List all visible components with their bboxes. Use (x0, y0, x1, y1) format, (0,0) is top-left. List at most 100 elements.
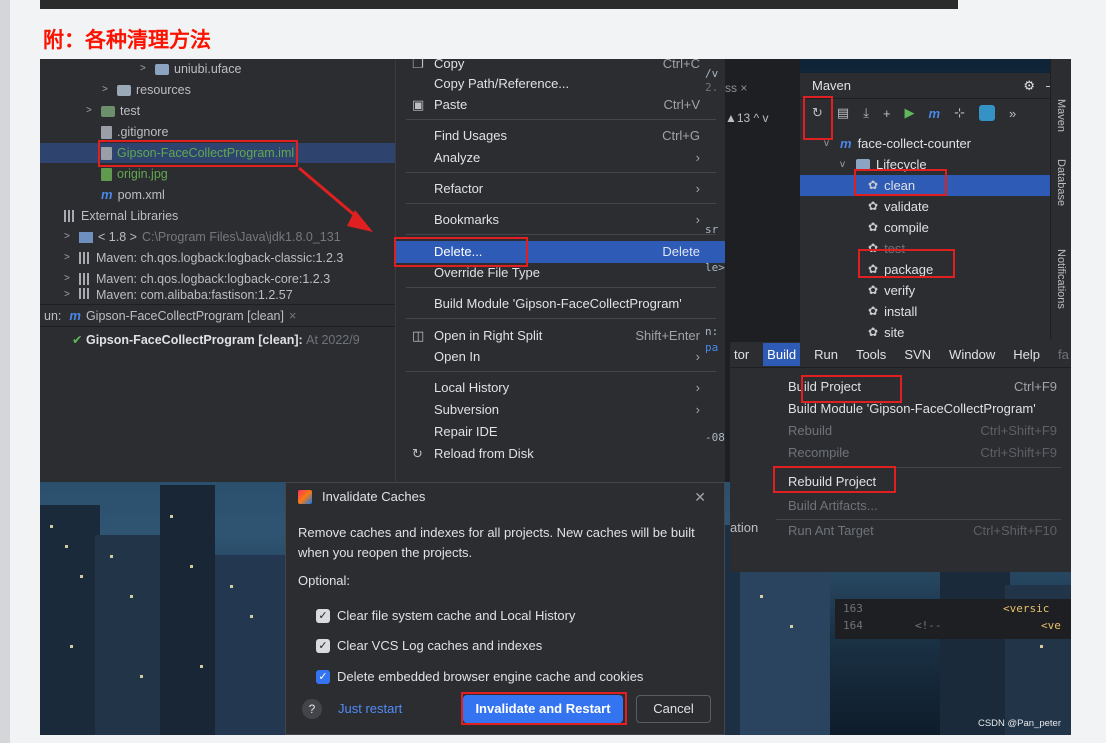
menu-tor[interactable]: tor (730, 343, 753, 366)
cancel-button[interactable]: Cancel (636, 695, 711, 723)
help-icon[interactable]: ? (302, 699, 322, 719)
menu-item-local-history[interactable]: Local History › (396, 377, 726, 399)
maven-goal-verify[interactable]: ✿ verify (868, 280, 915, 301)
maven-project-node[interactable]: v m face-collect-counter (824, 133, 971, 154)
close-icon[interactable]: × (289, 305, 296, 327)
invalidate-and-restart-button[interactable]: Invalidate and Restart (463, 695, 623, 723)
side-tab-maven[interactable]: Maven (1055, 99, 1067, 132)
menu-item-rebuild[interactable]: Rebuild Ctrl+Shift+F9 (768, 420, 1063, 442)
menu-item-delete[interactable]: Delete... Delete (396, 241, 726, 263)
menu-item-rebuild-project[interactable]: Rebuild Project (768, 471, 1063, 493)
menu-window[interactable]: Window (945, 343, 999, 366)
run-tab[interactable]: m Gipson-FaceCollectProgram [clean] × (69, 305, 296, 327)
maven-goal-package[interactable]: ✿ package (868, 259, 933, 280)
tree-item-iml-file[interactable]: Gipson-FaceCollectProgram.iml (40, 143, 395, 163)
settings-gear-icon[interactable]: ⚙ (1023, 73, 1035, 99)
run-result-text: Gipson-FaceCollectProgram [clean]: (85, 333, 303, 347)
run-icon[interactable]: ▶ (905, 105, 915, 121)
maven-goal-validate[interactable]: ✿ validate (868, 196, 929, 217)
tree-item-maven-library[interactable]: > Maven: ch.qos.logback:logback-classic:… (64, 248, 343, 268)
menu-bar: tor Build Run Tools SVN Window Help fa (730, 342, 1071, 368)
menu-help[interactable]: Help (1009, 343, 1044, 366)
tree-item-maven-library[interactable]: > Maven: ch.qos.logback:logback-core:1.2… (64, 269, 330, 289)
toggle-offline-icon[interactable]: ⊹ (954, 105, 965, 121)
menu-separator (406, 318, 716, 319)
run-result-line[interactable]: ✔ Gipson-FaceCollectProgram [clean]: At … (40, 327, 395, 347)
close-icon[interactable]: ✕ (694, 483, 706, 511)
checkbox-checked-icon[interactable]: ✓ (316, 638, 330, 653)
tree-item-label: .gitignore (117, 125, 169, 139)
tree-item-uniubi-uface[interactable]: > uniubi.uface (140, 59, 241, 79)
tree-item-maven-library[interactable]: > Maven: com.alibaba:fastjson:1.2.57 (64, 288, 293, 299)
tree-item-origin-jpg[interactable]: origin.jpg (86, 164, 168, 184)
side-tab-notifications[interactable]: Notifications (1055, 249, 1067, 309)
tree-item-label: Maven: com.alibaba:fastjson:1.2.57 (96, 288, 293, 299)
more-icon[interactable]: » (1009, 106, 1016, 121)
menu-item-recompile[interactable]: Recompile Ctrl+Shift+F9 (768, 442, 1063, 464)
side-tab-database[interactable]: Database (1055, 159, 1067, 206)
option-clear-filesystem-cache[interactable]: ✓ Clear file system cache and Local Histo… (316, 608, 575, 623)
maven-goal-test[interactable]: ✿ test (868, 238, 905, 259)
paste-icon: ▣ (412, 97, 425, 112)
chevron-right-icon: > (86, 105, 92, 116)
menu-item-copy-path[interactable]: Copy Path/Reference... (396, 73, 726, 95)
maven-goal-site[interactable]: ✿ site (868, 322, 904, 343)
checkmark-icon: ✔ (72, 333, 83, 347)
menu-item-reload-from-disk[interactable]: ↻ Reload from Disk (396, 443, 726, 465)
tree-item-external-libraries[interactable]: External Libraries (64, 206, 178, 226)
maven-goal-compile[interactable]: ✿ compile (868, 217, 929, 238)
menu-run[interactable]: Run (810, 343, 842, 366)
run-result-time: At 2022/9 (306, 333, 360, 347)
menu-item-run-ant-target[interactable]: Run Ant Target Ctrl+Shift+F10 (768, 520, 1063, 542)
module-file-icon (101, 146, 112, 160)
tree-item-test[interactable]: > test (86, 101, 140, 121)
generate-sources-icon[interactable]: ▤ (837, 105, 849, 121)
menu-item-refactor[interactable]: Refactor › (396, 178, 726, 200)
menu-tools[interactable]: Tools (852, 343, 890, 366)
tree-item-pom-xml[interactable]: m pom.xml (86, 185, 165, 205)
menu-item-subversion[interactable]: Subversion › (396, 399, 726, 421)
checkbox-checked-icon[interactable]: ✓ (316, 669, 330, 684)
menu-build[interactable]: Build (763, 343, 801, 366)
just-restart-link[interactable]: Just restart (338, 701, 402, 716)
menu-item-paste[interactable]: ▣ Paste Ctrl+V (396, 94, 726, 116)
maven-goal-clean[interactable]: ✿ clean (800, 175, 1071, 196)
editor-tab[interactable]: ss × (725, 81, 747, 95)
download-icon[interactable]: ⤓ (863, 105, 869, 121)
tree-item-resources[interactable]: > resources (102, 80, 191, 100)
add-icon[interactable]: + (883, 106, 891, 121)
menu-item-bookmarks[interactable]: Bookmarks › (396, 209, 726, 231)
menu-item-find-usages[interactable]: Find Usages Ctrl+G (396, 125, 726, 147)
gear-icon: ✿ (868, 241, 879, 255)
menu-item-build-artifacts[interactable]: Build Artifacts... (768, 495, 1063, 517)
maven-lifecycle-node[interactable]: v Lifecycle (840, 154, 927, 175)
option-clear-vcs-log[interactable]: ✓ Clear VCS Log caches and indexes (316, 638, 542, 653)
right-tool-strip: Maven Database Notifications (1050, 59, 1071, 339)
menu-item-build-module[interactable]: Build Module 'Gipson-FaceCollectProgram' (396, 293, 726, 315)
chevron-right-icon: > (140, 63, 146, 74)
reload-maven-icon[interactable]: ↻ (812, 105, 823, 121)
menu-item-override-file-type[interactable]: Override File Type (396, 262, 726, 284)
menu-separator (406, 119, 716, 120)
option-delete-browser-cache[interactable]: ✓ Delete embedded browser engine cache an… (316, 669, 643, 684)
tree-item-label: test (120, 104, 141, 118)
problems-counter[interactable]: ▲13 ^ v (725, 111, 769, 125)
chevron-right-icon: > (64, 231, 70, 242)
menu-separator (406, 371, 716, 372)
tree-item-gitignore[interactable]: .gitignore (86, 122, 168, 142)
checkbox-checked-icon[interactable]: ✓ (316, 608, 330, 623)
menu-item-repair-ide[interactable]: Repair IDE (396, 421, 726, 443)
skip-tests-icon[interactable] (979, 105, 996, 121)
gitignore-file-icon (101, 125, 112, 139)
menu-item-build-project[interactable]: Build Project Ctrl+F9 (768, 376, 1063, 398)
tree-item-label: Maven: ch.qos.logback:logback-classic:1.… (96, 251, 344, 265)
menu-item-build-module[interactable]: Build Module 'Gipson-FaceCollectProgram' (768, 398, 1063, 420)
menu-item-open-right-split[interactable]: ◫ Open in Right Split Shift+Enter (396, 325, 726, 347)
menu-item-analyze[interactable]: Analyze › (396, 147, 726, 169)
execute-goal-icon[interactable]: m (929, 106, 941, 121)
maven-goal-install[interactable]: ✿ install (868, 301, 917, 322)
chevron-right-icon: > (64, 252, 70, 263)
menu-svn[interactable]: SVN (900, 343, 935, 366)
gear-icon: ✿ (868, 199, 879, 213)
menu-item-open-in[interactable]: Open In › (396, 346, 726, 368)
